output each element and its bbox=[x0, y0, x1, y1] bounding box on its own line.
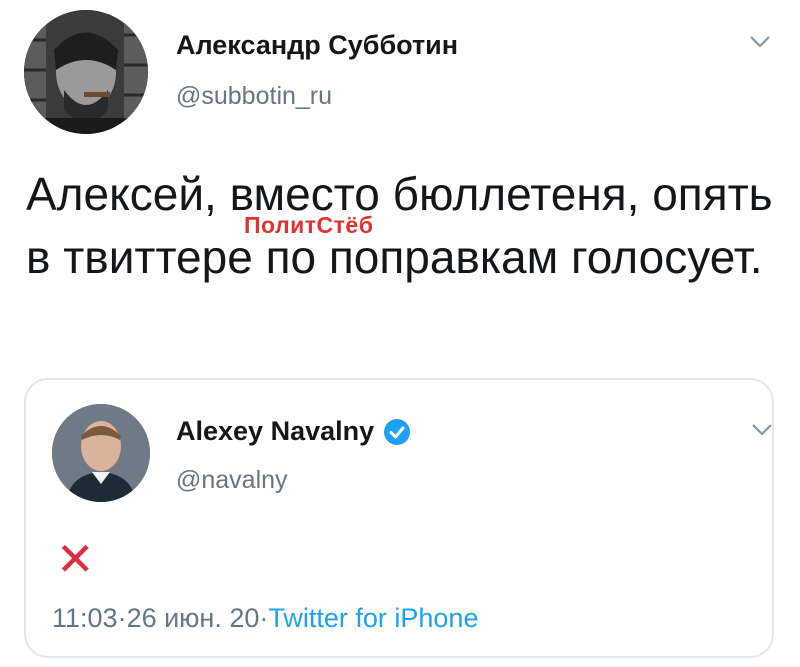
chevron-down-icon[interactable] bbox=[750, 422, 774, 438]
verified-badge-icon bbox=[384, 418, 411, 445]
chevron-down-icon[interactable] bbox=[748, 34, 772, 50]
cross-mark-icon: ✕ bbox=[56, 533, 95, 585]
quoted-author-name[interactable]: Alexey Navalny bbox=[176, 416, 374, 447]
tweet-date[interactable]: 26 июн. 20 bbox=[127, 603, 260, 634]
tweet-meta: 11:03 · 26 июн. 20 · Twitter for iPhone bbox=[52, 603, 478, 634]
tweet-text: Алексей, вместо бюллетеня, опять в твитт… bbox=[26, 168, 773, 283]
author-name[interactable]: Александр Субботин bbox=[176, 30, 458, 61]
meta-separator: · bbox=[259, 603, 269, 633]
author-avatar[interactable] bbox=[24, 10, 148, 134]
quoted-author-avatar[interactable] bbox=[52, 404, 150, 502]
tweet: Александр Субботин @subbotin_ru Алексей,… bbox=[0, 0, 800, 667]
meta-separator: · bbox=[117, 603, 127, 633]
tweet-time[interactable]: 11:03 bbox=[52, 603, 118, 634]
tweet-source-link[interactable]: Twitter for iPhone bbox=[268, 603, 478, 634]
quoted-author-name-row: Alexey Navalny bbox=[176, 416, 412, 447]
author-handle[interactable]: @subbotin_ru bbox=[176, 82, 332, 111]
watermark: ПолитСтёб bbox=[244, 212, 374, 238]
quoted-author-handle[interactable]: @navalny bbox=[176, 466, 288, 495]
